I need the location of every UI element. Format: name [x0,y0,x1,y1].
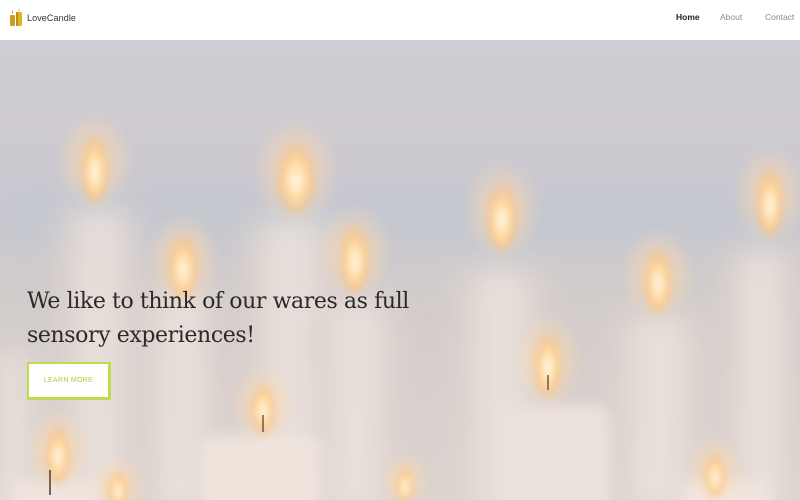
nav-contact-link[interactable]: Contact [765,12,794,22]
learn-more-button[interactable]: LEARN MORE [27,362,111,400]
brand-name: LoveCandle [27,13,77,23]
nav-home-link[interactable]: Home [676,12,700,22]
hero-headline: We like to think of our wares as full se… [27,289,409,348]
candle-logo-icon [10,9,22,26]
hero-section: We like to think of our wares as full se… [0,40,800,500]
navbar: LoveCandle Home About Contact [0,0,800,40]
candles-background-image [0,40,800,500]
nav-about-link[interactable]: About [720,12,742,22]
logo[interactable]: LoveCandle [8,9,76,27]
